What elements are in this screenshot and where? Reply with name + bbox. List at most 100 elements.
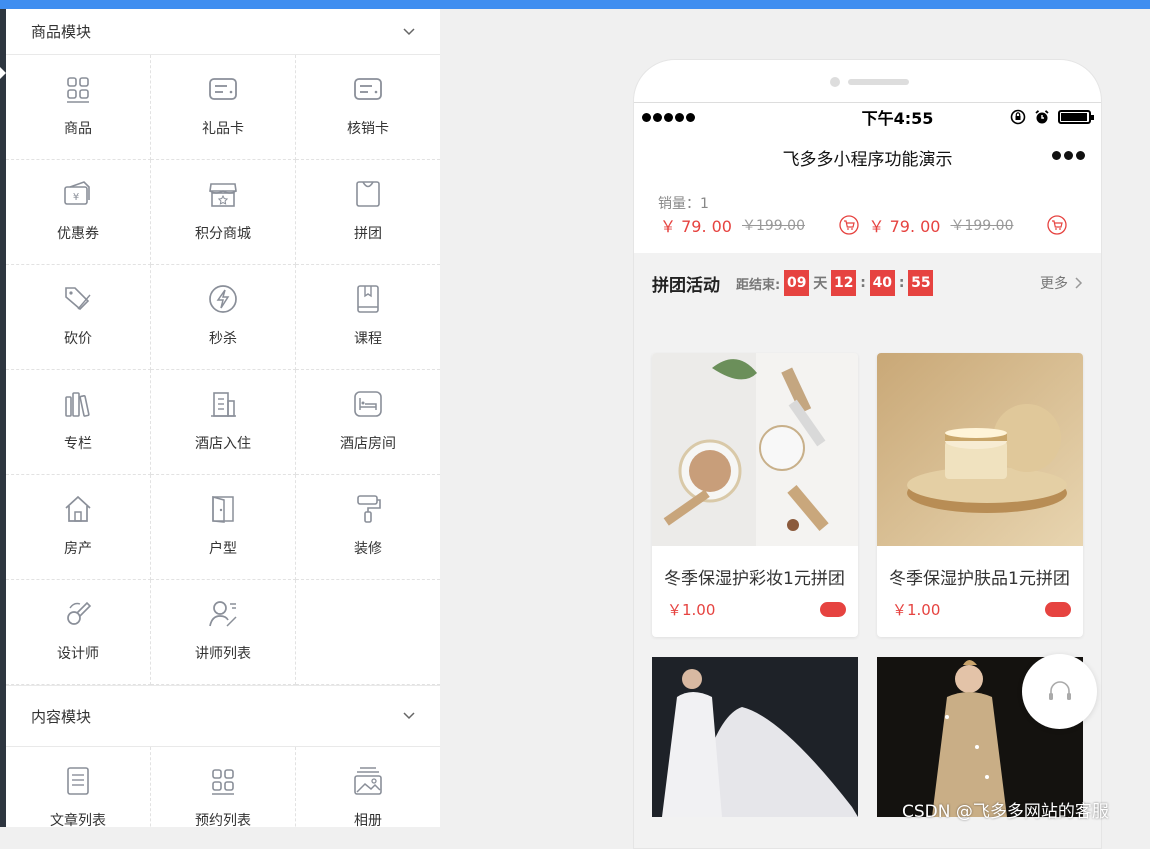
module-item[interactable]: 文章列表 bbox=[6, 747, 151, 827]
card-icon bbox=[354, 78, 382, 100]
chevron-down-icon bbox=[403, 27, 415, 35]
module-item[interactable]: 拼团 bbox=[296, 160, 440, 265]
wedding-dress-image[interactable] bbox=[652, 657, 858, 817]
module-item[interactable]: 相册 bbox=[296, 747, 440, 827]
module-item[interactable]: 课程 bbox=[296, 265, 440, 370]
more-link[interactable]: 更多 bbox=[1040, 273, 1083, 293]
current-price: ￥ 79. 00 bbox=[868, 217, 941, 236]
product-card[interactable]: 冬季保湿护彩妆1元拼团 ￥1.00 bbox=[652, 353, 858, 637]
card-icon bbox=[209, 78, 237, 100]
module-item[interactable]: 核销卡 bbox=[296, 55, 440, 160]
paint-roller-icon bbox=[357, 495, 381, 523]
buy-pill-button[interactable] bbox=[820, 602, 846, 617]
sales-count: 销量：1 bbox=[658, 196, 709, 212]
cart-icon[interactable] bbox=[839, 215, 859, 235]
module-item-label: 秒杀 bbox=[209, 331, 237, 347]
countdown-hours: 12 bbox=[831, 270, 857, 296]
product-grid: 冬季保湿护彩妆1元拼团 ￥1.00 冬季保湿护肤品1元拼团 ￥1.00 bbox=[652, 353, 1083, 637]
product-grid-row2 bbox=[652, 657, 1083, 817]
module-item-label: 专栏 bbox=[64, 436, 92, 452]
component-panel: 商品模块 商品 礼品卡 核销卡 ¥ 优惠券 积分商城 拼团砍价 秒杀 课程专栏 酒店入住 酒店房间房… bbox=[6, 9, 440, 827]
module-item[interactable]: 专栏 bbox=[6, 370, 151, 475]
grid-icon bbox=[67, 77, 89, 103]
bed-icon bbox=[354, 391, 382, 417]
headset-icon bbox=[1048, 680, 1071, 700]
module-item-label: 核销卡 bbox=[347, 121, 389, 137]
group-buy-section: 拼团活动 距结束: 09 天 12 : 40 : 55 更多 冬季保湿护彩妆1元… bbox=[634, 253, 1101, 848]
module-item[interactable]: 房产 bbox=[6, 475, 151, 580]
cart-icon[interactable] bbox=[1047, 215, 1068, 235]
door-icon bbox=[212, 496, 234, 523]
current-price: ￥ 79. 00 bbox=[660, 217, 732, 236]
customer-service-button[interactable] bbox=[1022, 654, 1097, 729]
module-item-label: 酒店入住 bbox=[195, 436, 251, 452]
module-item[interactable]: 设计师 bbox=[6, 580, 151, 685]
product-price: ￥1.00 bbox=[892, 601, 941, 619]
group-buy-header: 拼团活动 距结束: 09 天 12 : 40 : 55 更多 bbox=[652, 253, 1083, 313]
module-item[interactable]: 预约列表 bbox=[151, 747, 296, 827]
module-item-label: 房产 bbox=[64, 541, 92, 557]
more-dots-icon[interactable] bbox=[1052, 151, 1085, 160]
module-item[interactable]: 酒店房间 bbox=[296, 370, 440, 475]
module-item[interactable]: 积分商城 bbox=[151, 160, 296, 265]
module-item-label: 文章列表 bbox=[50, 813, 106, 827]
section-title: 商品模块 bbox=[31, 23, 92, 41]
album-icon bbox=[354, 767, 382, 795]
section-header-content[interactable]: 内容模块 bbox=[6, 685, 440, 747]
module-item-label: 酒店房间 bbox=[340, 436, 396, 452]
rotation-lock-icon bbox=[1010, 109, 1026, 125]
mini-program-nav: 飞多多小程序功能演示 bbox=[634, 131, 1101, 183]
price-item: ￥ 79. 00 ￥199.00 bbox=[869, 213, 1078, 237]
original-price: ￥199.00 bbox=[950, 218, 1014, 234]
skincare-image bbox=[877, 353, 1083, 546]
module-item[interactable]: 砍价 bbox=[6, 265, 151, 370]
cosmetics-image bbox=[652, 353, 858, 546]
coupon-icon: ¥ bbox=[64, 181, 90, 205]
section-title: 内容模块 bbox=[31, 707, 92, 726]
grid-icon bbox=[212, 769, 234, 795]
house-icon bbox=[65, 495, 91, 522]
time-separator: : bbox=[898, 275, 905, 291]
section-header-goods[interactable]: 商品模块 bbox=[6, 9, 440, 55]
phone-top-bezel bbox=[634, 60, 1101, 103]
product-name: 冬季保湿护彩妆1元拼团 bbox=[664, 569, 845, 589]
status-bar: 下午4:55 bbox=[634, 103, 1101, 131]
module-item-label: 装修 bbox=[354, 541, 382, 557]
signal-icon bbox=[642, 112, 695, 122]
module-item[interactable]: 户型 bbox=[151, 475, 296, 580]
designer-icon bbox=[67, 601, 92, 625]
product-card[interactable]: 冬季保湿护肤品1元拼团 ￥1.00 bbox=[877, 353, 1083, 637]
countdown-days: 09 bbox=[784, 270, 810, 296]
goods-module-grid: 商品 礼品卡 核销卡 ¥ 优惠券 积分商城 拼团砍价 秒杀 课程专栏 酒店入住 酒店房间房产 户型 装修… bbox=[6, 55, 440, 685]
module-item-label: 砍价 bbox=[64, 331, 92, 347]
store-icon bbox=[209, 183, 237, 207]
module-item[interactable]: 装修 bbox=[296, 475, 440, 580]
module-item[interactable]: 酒店入住 bbox=[151, 370, 296, 475]
module-item-label: 拼团 bbox=[354, 226, 382, 242]
module-item[interactable]: 礼品卡 bbox=[151, 55, 296, 160]
day-unit: 天 bbox=[813, 276, 828, 292]
price-item: ￥ 79. 00 ￥199.00 bbox=[660, 213, 869, 237]
watermark: CSDN @飞多多网站的客服 bbox=[902, 802, 1109, 822]
module-item[interactable]: 讲师列表 bbox=[151, 580, 296, 685]
module-item[interactable]: ¥ 优惠券 bbox=[6, 160, 151, 265]
module-item[interactable]: 商品 bbox=[6, 55, 151, 160]
module-item-label: 预约列表 bbox=[195, 813, 251, 827]
product-name: 冬季保湿护肤品1元拼团 bbox=[889, 569, 1070, 589]
buy-pill-button[interactable] bbox=[1045, 602, 1071, 617]
top-accent-bar bbox=[0, 0, 1150, 9]
phone-preview: 下午4:55 飞多多小程序功能演示 销量：1 ￥ 79. 00 ￥199.00 … bbox=[633, 59, 1102, 849]
svg-text:¥: ¥ bbox=[73, 192, 79, 203]
countdown-label: 距结束: bbox=[736, 277, 781, 293]
tag-icon bbox=[65, 287, 91, 311]
building-icon bbox=[211, 392, 236, 417]
module-item-label: 讲师列表 bbox=[195, 646, 251, 662]
more-label: 更多 bbox=[1040, 276, 1068, 292]
module-item-label: 礼品卡 bbox=[202, 121, 244, 137]
module-item[interactable]: 秒杀 bbox=[151, 265, 296, 370]
chevron-down-icon bbox=[403, 712, 415, 720]
countdown-seconds: 55 bbox=[908, 270, 934, 296]
price-row: ￥ 79. 00 ￥199.00 ￥ 79. 00 ￥199.00 bbox=[634, 213, 1101, 253]
camera-dot bbox=[830, 77, 840, 87]
books-icon bbox=[65, 392, 90, 417]
